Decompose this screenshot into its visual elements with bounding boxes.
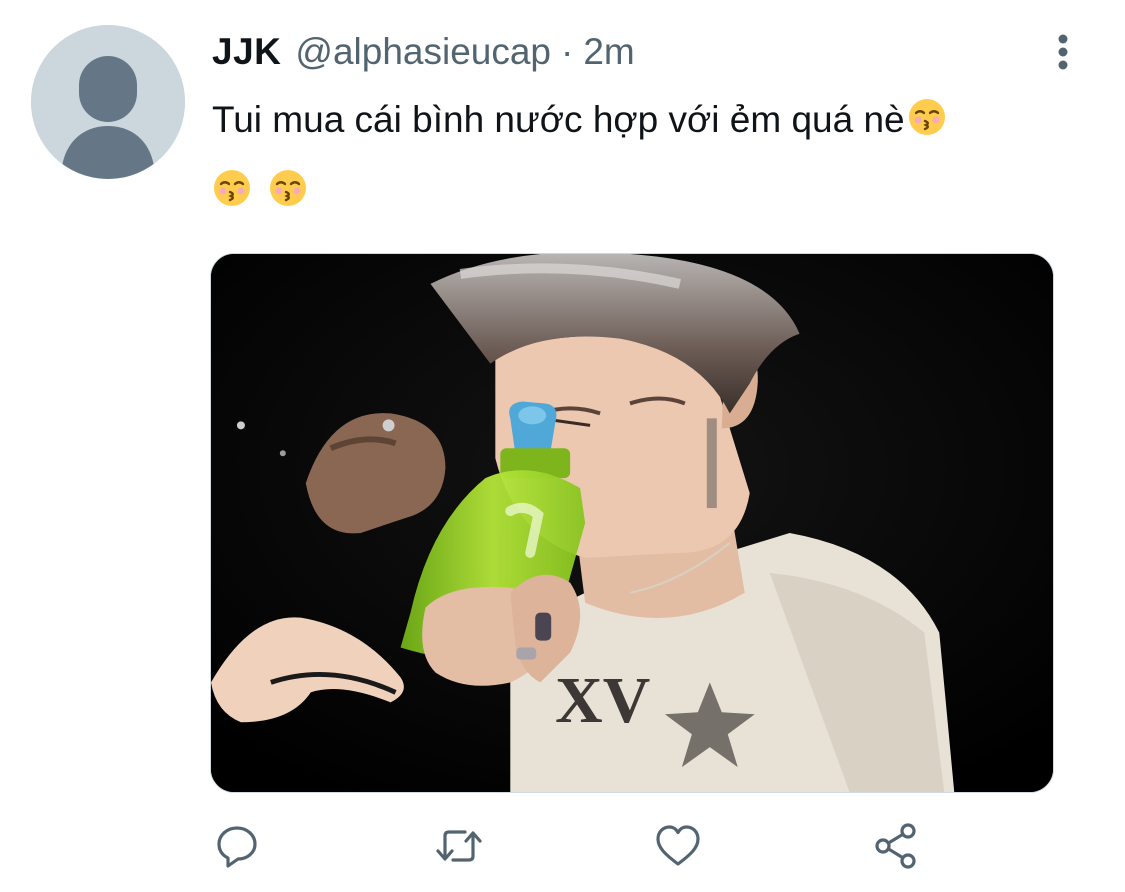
timestamp[interactable]: 2m <box>583 30 634 74</box>
more-options-button[interactable] <box>1046 30 1080 74</box>
reply-button[interactable] <box>211 820 263 872</box>
vertical-ellipsis-icon <box>1058 34 1068 70</box>
display-name[interactable]: JJK <box>212 30 281 74</box>
reply-bubble-icon <box>217 826 257 868</box>
photo-person-drinking-from-water-bottle: XV <box>211 254 1053 792</box>
tweet-header: JJK @alphasieucap · 2m <box>212 30 635 74</box>
kissing-face-emoji-icon <box>907 97 947 147</box>
user-handle[interactable]: @alphasieucap <box>295 30 551 74</box>
tweet-photo[interactable]: XV <box>210 253 1054 793</box>
share-icon <box>875 823 916 869</box>
separator-dot: · <box>561 31 574 72</box>
retweet-button[interactable] <box>433 820 485 872</box>
tweet-text-content: Tui mua cái bình nước hợp với ẻm quá nè <box>212 99 905 140</box>
svg-text:XV: XV <box>555 664 650 737</box>
like-button[interactable] <box>652 820 704 872</box>
emoji-row <box>212 168 308 213</box>
kissing-face-emoji-icon <box>268 168 308 213</box>
tweet-text: Tui mua cái bình nước hợp với ẻm quá nè <box>212 97 1072 147</box>
kissing-face-emoji-icon <box>212 168 252 213</box>
avatar[interactable] <box>31 25 185 179</box>
share-button[interactable] <box>870 820 922 872</box>
heart-icon <box>656 825 700 866</box>
default-user-icon <box>31 25 185 179</box>
retweet-icon <box>436 830 482 862</box>
tweet: JJK @alphasieucap · 2m Tui mua cái bình … <box>0 0 1125 892</box>
